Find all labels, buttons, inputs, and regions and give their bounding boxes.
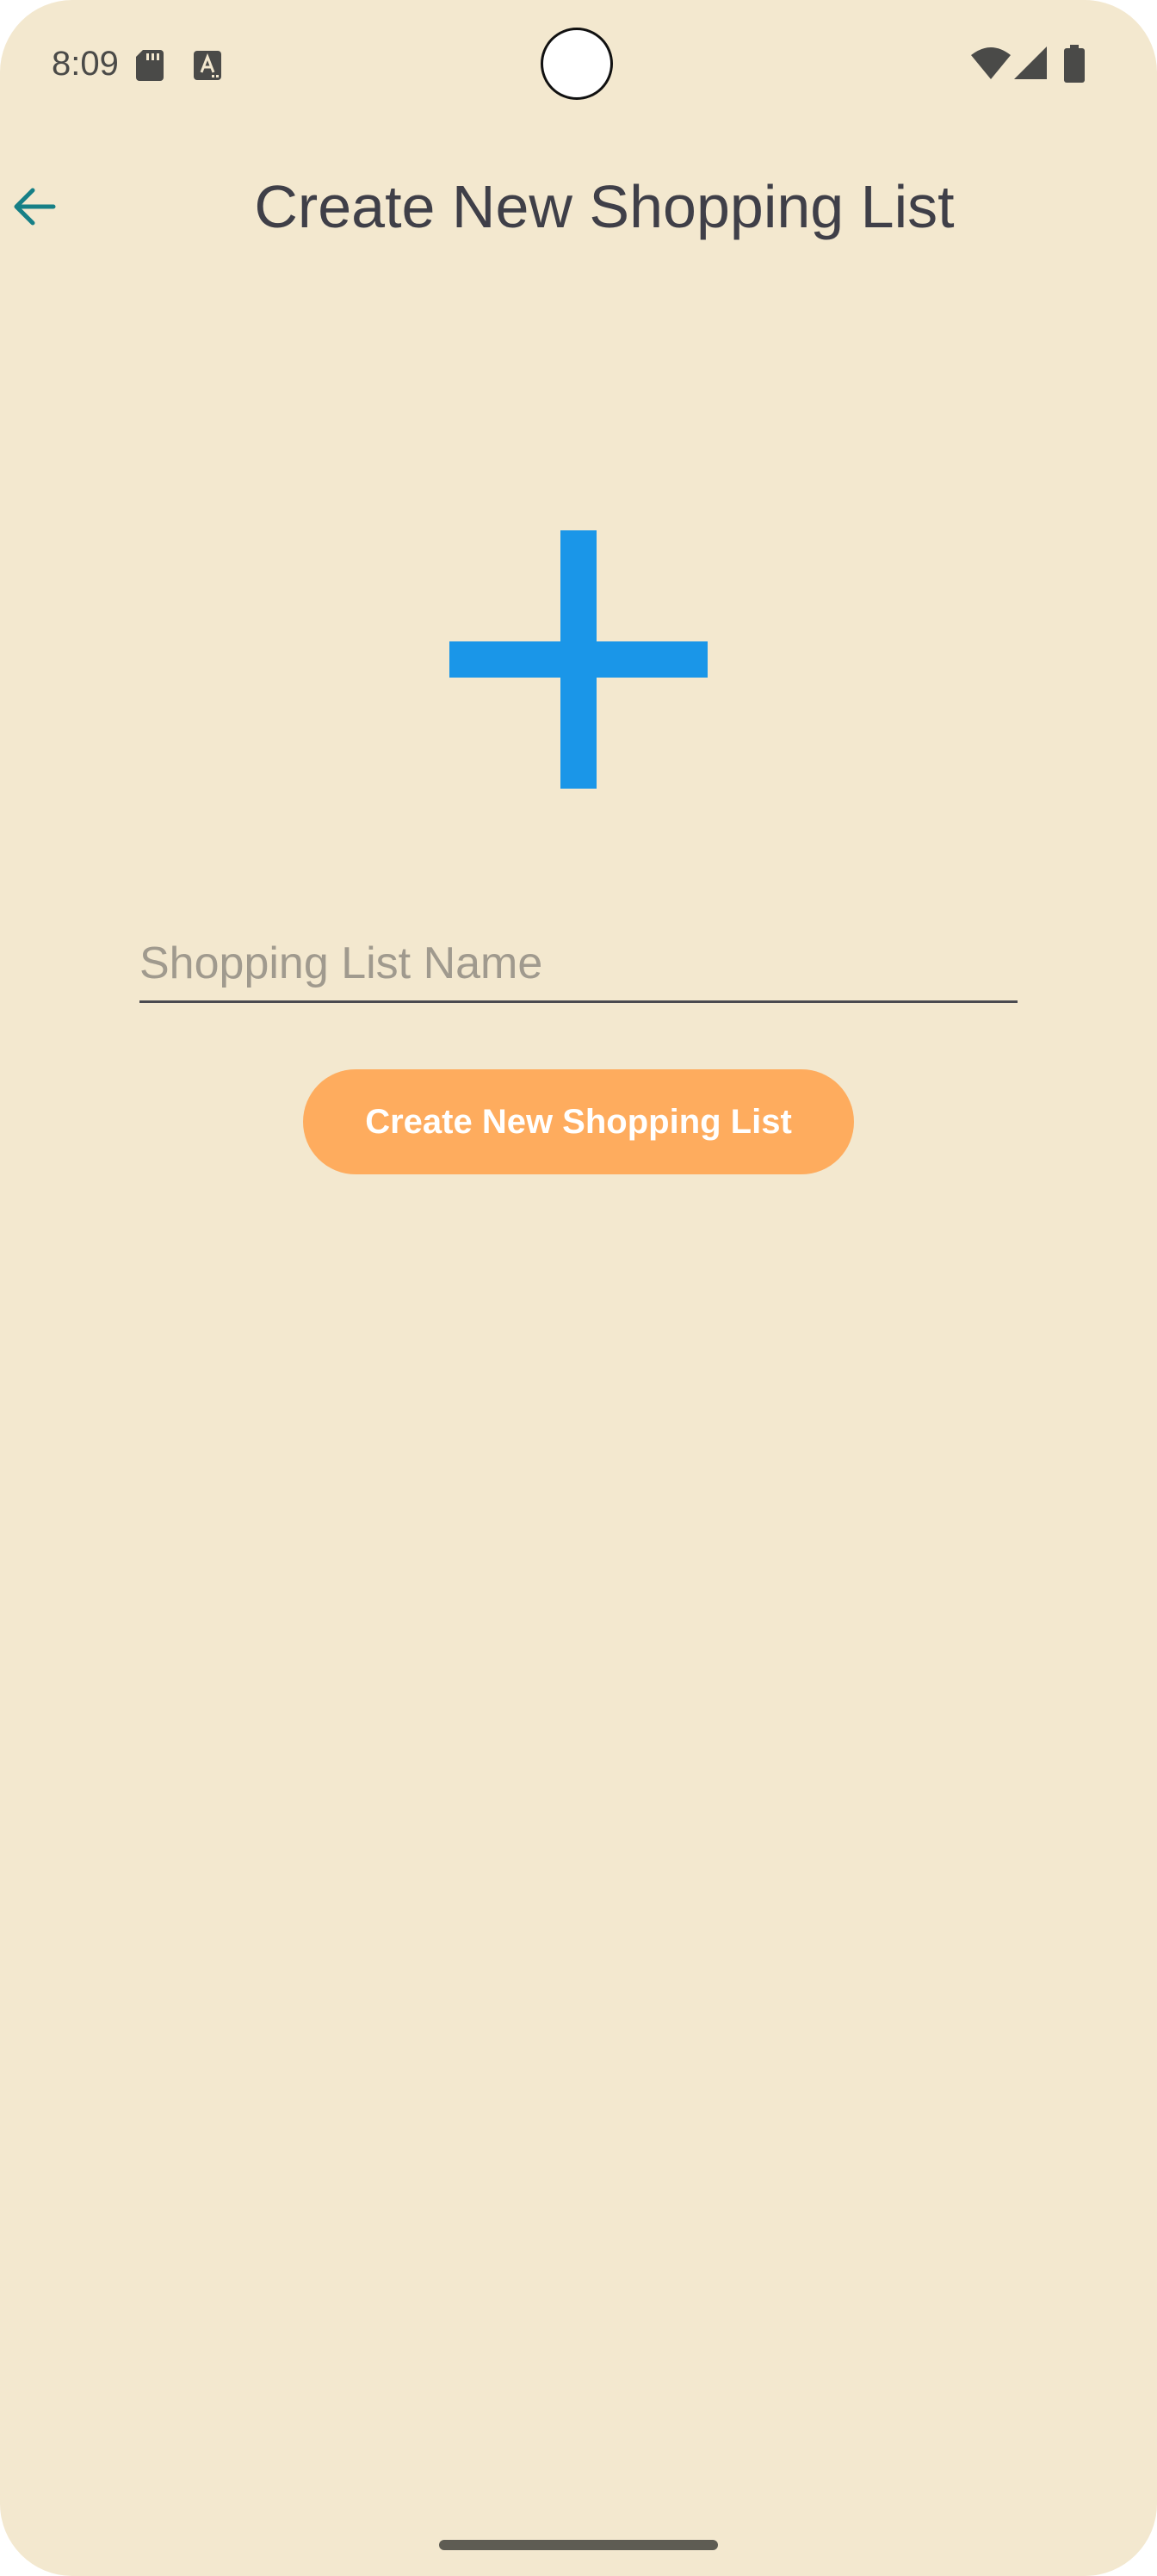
status-bar: 8:09 bbox=[0, 0, 1157, 129]
home-indicator[interactable] bbox=[439, 2540, 718, 2550]
screen: 8:09 Create New Shopping List Shopping L… bbox=[0, 0, 1157, 2576]
plus-icon bbox=[449, 530, 708, 789]
cell-signal-icon bbox=[1014, 46, 1047, 79]
wifi-icon bbox=[971, 47, 1011, 79]
text-a-icon bbox=[194, 51, 221, 80]
list-name-field bbox=[139, 930, 1018, 1003]
status-time: 8:09 bbox=[52, 45, 119, 83]
sd-card-icon bbox=[136, 50, 164, 81]
camera-cutout bbox=[541, 28, 613, 100]
page-title: Create New Shopping List bbox=[254, 173, 955, 240]
list-name-input[interactable] bbox=[139, 930, 1018, 997]
battery-icon bbox=[1064, 45, 1085, 83]
create-list-button[interactable]: Create New Shopping List bbox=[303, 1069, 854, 1174]
app-bar: Create New Shopping List bbox=[0, 146, 1157, 267]
create-list-button-label: Create New Shopping List bbox=[365, 1102, 792, 1141]
